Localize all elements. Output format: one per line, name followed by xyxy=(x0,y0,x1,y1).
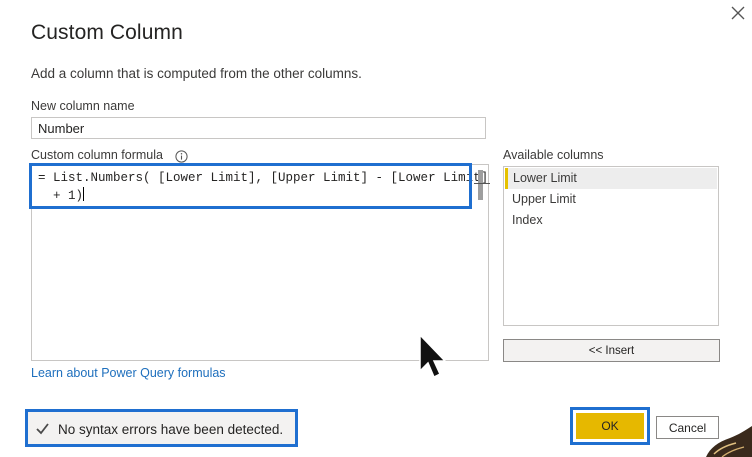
available-columns-list[interactable]: Lower Limit Upper Limit Index xyxy=(503,166,719,326)
available-column-index[interactable]: Index xyxy=(505,210,717,231)
check-icon xyxy=(36,423,49,435)
close-icon xyxy=(731,6,745,20)
available-column-upper-limit[interactable]: Upper Limit xyxy=(505,189,717,210)
new-column-name-input[interactable] xyxy=(31,117,486,139)
custom-column-dialog: Custom Column Add a column that is compu… xyxy=(0,0,752,457)
editor-scroll-marker xyxy=(474,183,490,184)
info-icon[interactable] xyxy=(175,150,188,163)
close-button[interactable] xyxy=(727,2,749,24)
syntax-status-message: No syntax errors have been detected. xyxy=(58,422,284,437)
available-column-lower-limit[interactable]: Lower Limit xyxy=(505,168,717,189)
mouse-cursor-icon xyxy=(419,333,446,379)
dialog-title: Custom Column xyxy=(31,21,183,44)
formula-highlight-box xyxy=(29,163,472,209)
editor-scroll-thumb[interactable] xyxy=(478,170,483,200)
formula-label: Custom column formula xyxy=(31,148,163,162)
available-columns-label: Available columns xyxy=(503,148,604,162)
dialog-description: Add a column that is computed from the o… xyxy=(31,66,362,81)
learn-formulas-link[interactable]: Learn about Power Query formulas xyxy=(31,366,226,380)
corner-decoration-icon xyxy=(706,426,752,457)
ok-button[interactable]: OK xyxy=(576,413,644,439)
insert-button[interactable]: << Insert xyxy=(503,339,720,362)
new-column-name-label: New column name xyxy=(31,99,135,113)
